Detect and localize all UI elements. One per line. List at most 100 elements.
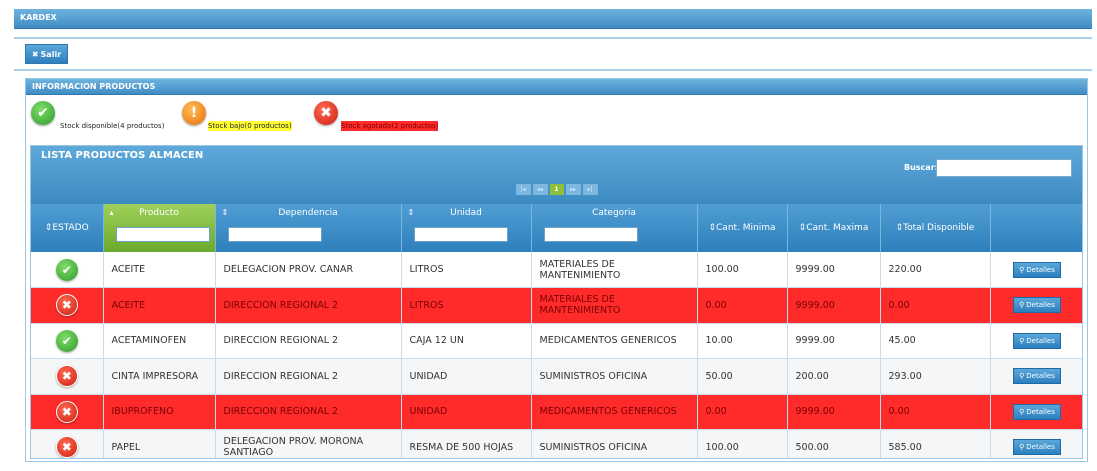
check-icon: ✔ [55, 329, 78, 352]
cell-max: 9999.00 [787, 323, 881, 359]
cell-max: 9999.00 [787, 252, 881, 288]
cell-unidad: LITROS [401, 252, 532, 288]
col-dependencia[interactable]: ⇕ Dependencia [215, 204, 402, 252]
cell-max: 9999.00 [787, 394, 881, 430]
detalles-button[interactable]: ⚲ Detalles [1013, 439, 1061, 456]
prev-page-button[interactable]: ◂◂ [532, 184, 548, 195]
cell-producto: ACEITE [103, 252, 216, 288]
search-icon: ⚲ [1019, 443, 1025, 452]
legend-stock-bajo: Stock bajo(0 productos) [208, 121, 292, 131]
last-page-button[interactable]: ▸| [582, 184, 598, 195]
actions-cell: ⚲ Detalles [990, 323, 1082, 359]
estado-cell: ✖ [31, 429, 104, 458]
estado-cell: ✖ [31, 394, 104, 430]
cell-producto: ACETAMINOFEN [103, 323, 216, 359]
list-title: LISTA PRODUCTOS ALMACEN [41, 150, 204, 161]
cell-categoria: SUMINISTROS OFICINA [531, 429, 698, 458]
cell-dependencia: DELEGACION PROV. CANAR [215, 252, 402, 288]
cell-total: 0.00 [880, 287, 991, 324]
detalles-button[interactable]: ⚲ Detalles [1013, 403, 1061, 420]
close-icon: ✖ [31, 49, 39, 59]
cell-dependencia: DIRECCION REGIONAL 2 [215, 394, 402, 430]
cell-min: 0.00 [697, 394, 788, 430]
col-categoria[interactable]: Categoria [531, 204, 698, 252]
estado-cell: ✖ [31, 287, 104, 324]
info-title: INFORMACION PRODUCTOS [26, 79, 1087, 95]
detalles-button[interactable]: ⚲ Detalles [1013, 297, 1061, 314]
col-cant-maxima[interactable]: ⇕Cant. Maxima [787, 204, 881, 252]
check-icon: ✔ [31, 101, 55, 125]
product-list-panel: LISTA PRODUCTOS ALMACEN Buscar: |◂ ◂◂ 1 … [30, 145, 1083, 459]
search-icon: ⚲ [1019, 407, 1025, 416]
cell-categoria: SUMINISTROS OFICINA [531, 358, 698, 395]
exclamation-icon: ! [182, 101, 206, 125]
cell-max: 200.00 [787, 358, 881, 395]
search-label: Buscar: [904, 163, 938, 172]
actions-cell: ⚲ Detalles [990, 358, 1082, 395]
col-total-disponible[interactable]: ⇕Total Disponible [880, 204, 991, 252]
divider [14, 37, 1092, 39]
cell-producto: PAPEL [103, 429, 216, 458]
x-icon: ✖ [55, 365, 78, 388]
cell-categoria: MEDICAMENTOS GENERICOS [531, 394, 698, 430]
table-row: ✖ PAPEL DELEGACION PROV. MORONA SANTIAGO RE… [31, 429, 1082, 458]
cell-min: 50.00 [697, 358, 788, 395]
unidad-filter-input[interactable] [413, 227, 508, 242]
cell-unidad: LITROS [401, 287, 532, 324]
kardex-title-bar: KARDEX [14, 9, 1092, 29]
table-row: ✖ IBUPROFENO DIRECCION REGIONAL 2 UNIDAD MED… [31, 394, 1082, 430]
col-unidad[interactable]: ⇕ Unidad [401, 204, 532, 252]
table-body: ✔ ACEITE DELEGACION PROV. CANAR LITROS MATER… [31, 252, 1082, 458]
check-icon: ✔ [55, 258, 78, 281]
cell-categoria: MEDICAMENTOS GENERICOS [531, 323, 698, 359]
cell-producto: ACEITE [103, 287, 216, 324]
legend-stock-disponible: Stock disponible(4 productos) [60, 122, 165, 130]
x-icon: ✖ [314, 101, 338, 125]
cell-min: 100.00 [697, 429, 788, 458]
cell-max: 500.00 [787, 429, 881, 458]
actions-cell: ⚲ Detalles [990, 287, 1082, 324]
detalles-button[interactable]: ⚲ Detalles [1013, 332, 1061, 349]
cell-min: 0.00 [697, 287, 788, 324]
first-page-button[interactable]: |◂ [515, 184, 531, 195]
x-icon: ✖ [55, 400, 78, 423]
cell-total: 585.00 [880, 429, 991, 458]
table-row: ✖ CINTA IMPRESORA DIRECCION REGIONAL 2 UNID… [31, 358, 1082, 395]
col-cant-minima[interactable]: ⇕Cant. Minima [697, 204, 788, 252]
col-producto[interactable]: ▴ Producto [103, 204, 216, 252]
cell-unidad: UNIDAD [401, 358, 532, 395]
detalles-button[interactable]: ⚲ Detalles [1013, 368, 1061, 385]
col-actions [990, 204, 1082, 252]
page-title: KARDEX [20, 13, 57, 22]
categoria-filter-input[interactable] [543, 227, 638, 242]
cell-categoria: MATERIALES DE MANTENIMIENTO [531, 287, 698, 324]
cell-max: 9999.00 [787, 287, 881, 324]
col-estado[interactable]: ⇕ESTADO [31, 204, 104, 252]
cell-dependencia: DELEGACION PROV. MORONA SANTIAGO [215, 429, 402, 458]
cell-total: 0.00 [880, 394, 991, 430]
producto-filter-input[interactable] [115, 227, 210, 242]
cell-total: 45.00 [880, 323, 991, 359]
cell-dependencia: DIRECCION REGIONAL 2 [215, 287, 402, 324]
divider [14, 69, 1092, 71]
detalles-button[interactable]: ⚲ Detalles [1013, 261, 1061, 278]
paginator: |◂ ◂◂ 1 ▸▸ ▸| [31, 184, 1082, 195]
actions-cell: ⚲ Detalles [990, 394, 1082, 430]
table-row: ✔ ACETAMINOFEN DIRECCION REGIONAL 2 CAJA 12… [31, 323, 1082, 359]
products-table: ⇕ESTADO ▴ Producto ⇕ Dependencia ⇕ Unidad C… [31, 204, 1082, 458]
search-icon: ⚲ [1019, 301, 1025, 310]
cell-total: 220.00 [880, 252, 991, 288]
table-row: ✔ ACEITE DELEGACION PROV. CANAR LITROS MATER… [31, 252, 1082, 288]
cell-producto: IBUPROFENO [103, 394, 216, 430]
page-1-button[interactable]: 1 [549, 184, 564, 195]
search-icon: ⚲ [1019, 336, 1025, 345]
search-input[interactable] [936, 159, 1072, 177]
salir-button[interactable]: ✖ Salir [25, 44, 68, 64]
cell-unidad: UNIDAD [401, 394, 532, 430]
cell-total: 293.00 [880, 358, 991, 395]
estado-cell: ✔ [31, 323, 104, 359]
dependencia-filter-input[interactable] [227, 227, 322, 242]
next-page-button[interactable]: ▸▸ [565, 184, 581, 195]
actions-cell: ⚲ Detalles [990, 429, 1082, 458]
search-icon: ⚲ [1019, 265, 1025, 274]
